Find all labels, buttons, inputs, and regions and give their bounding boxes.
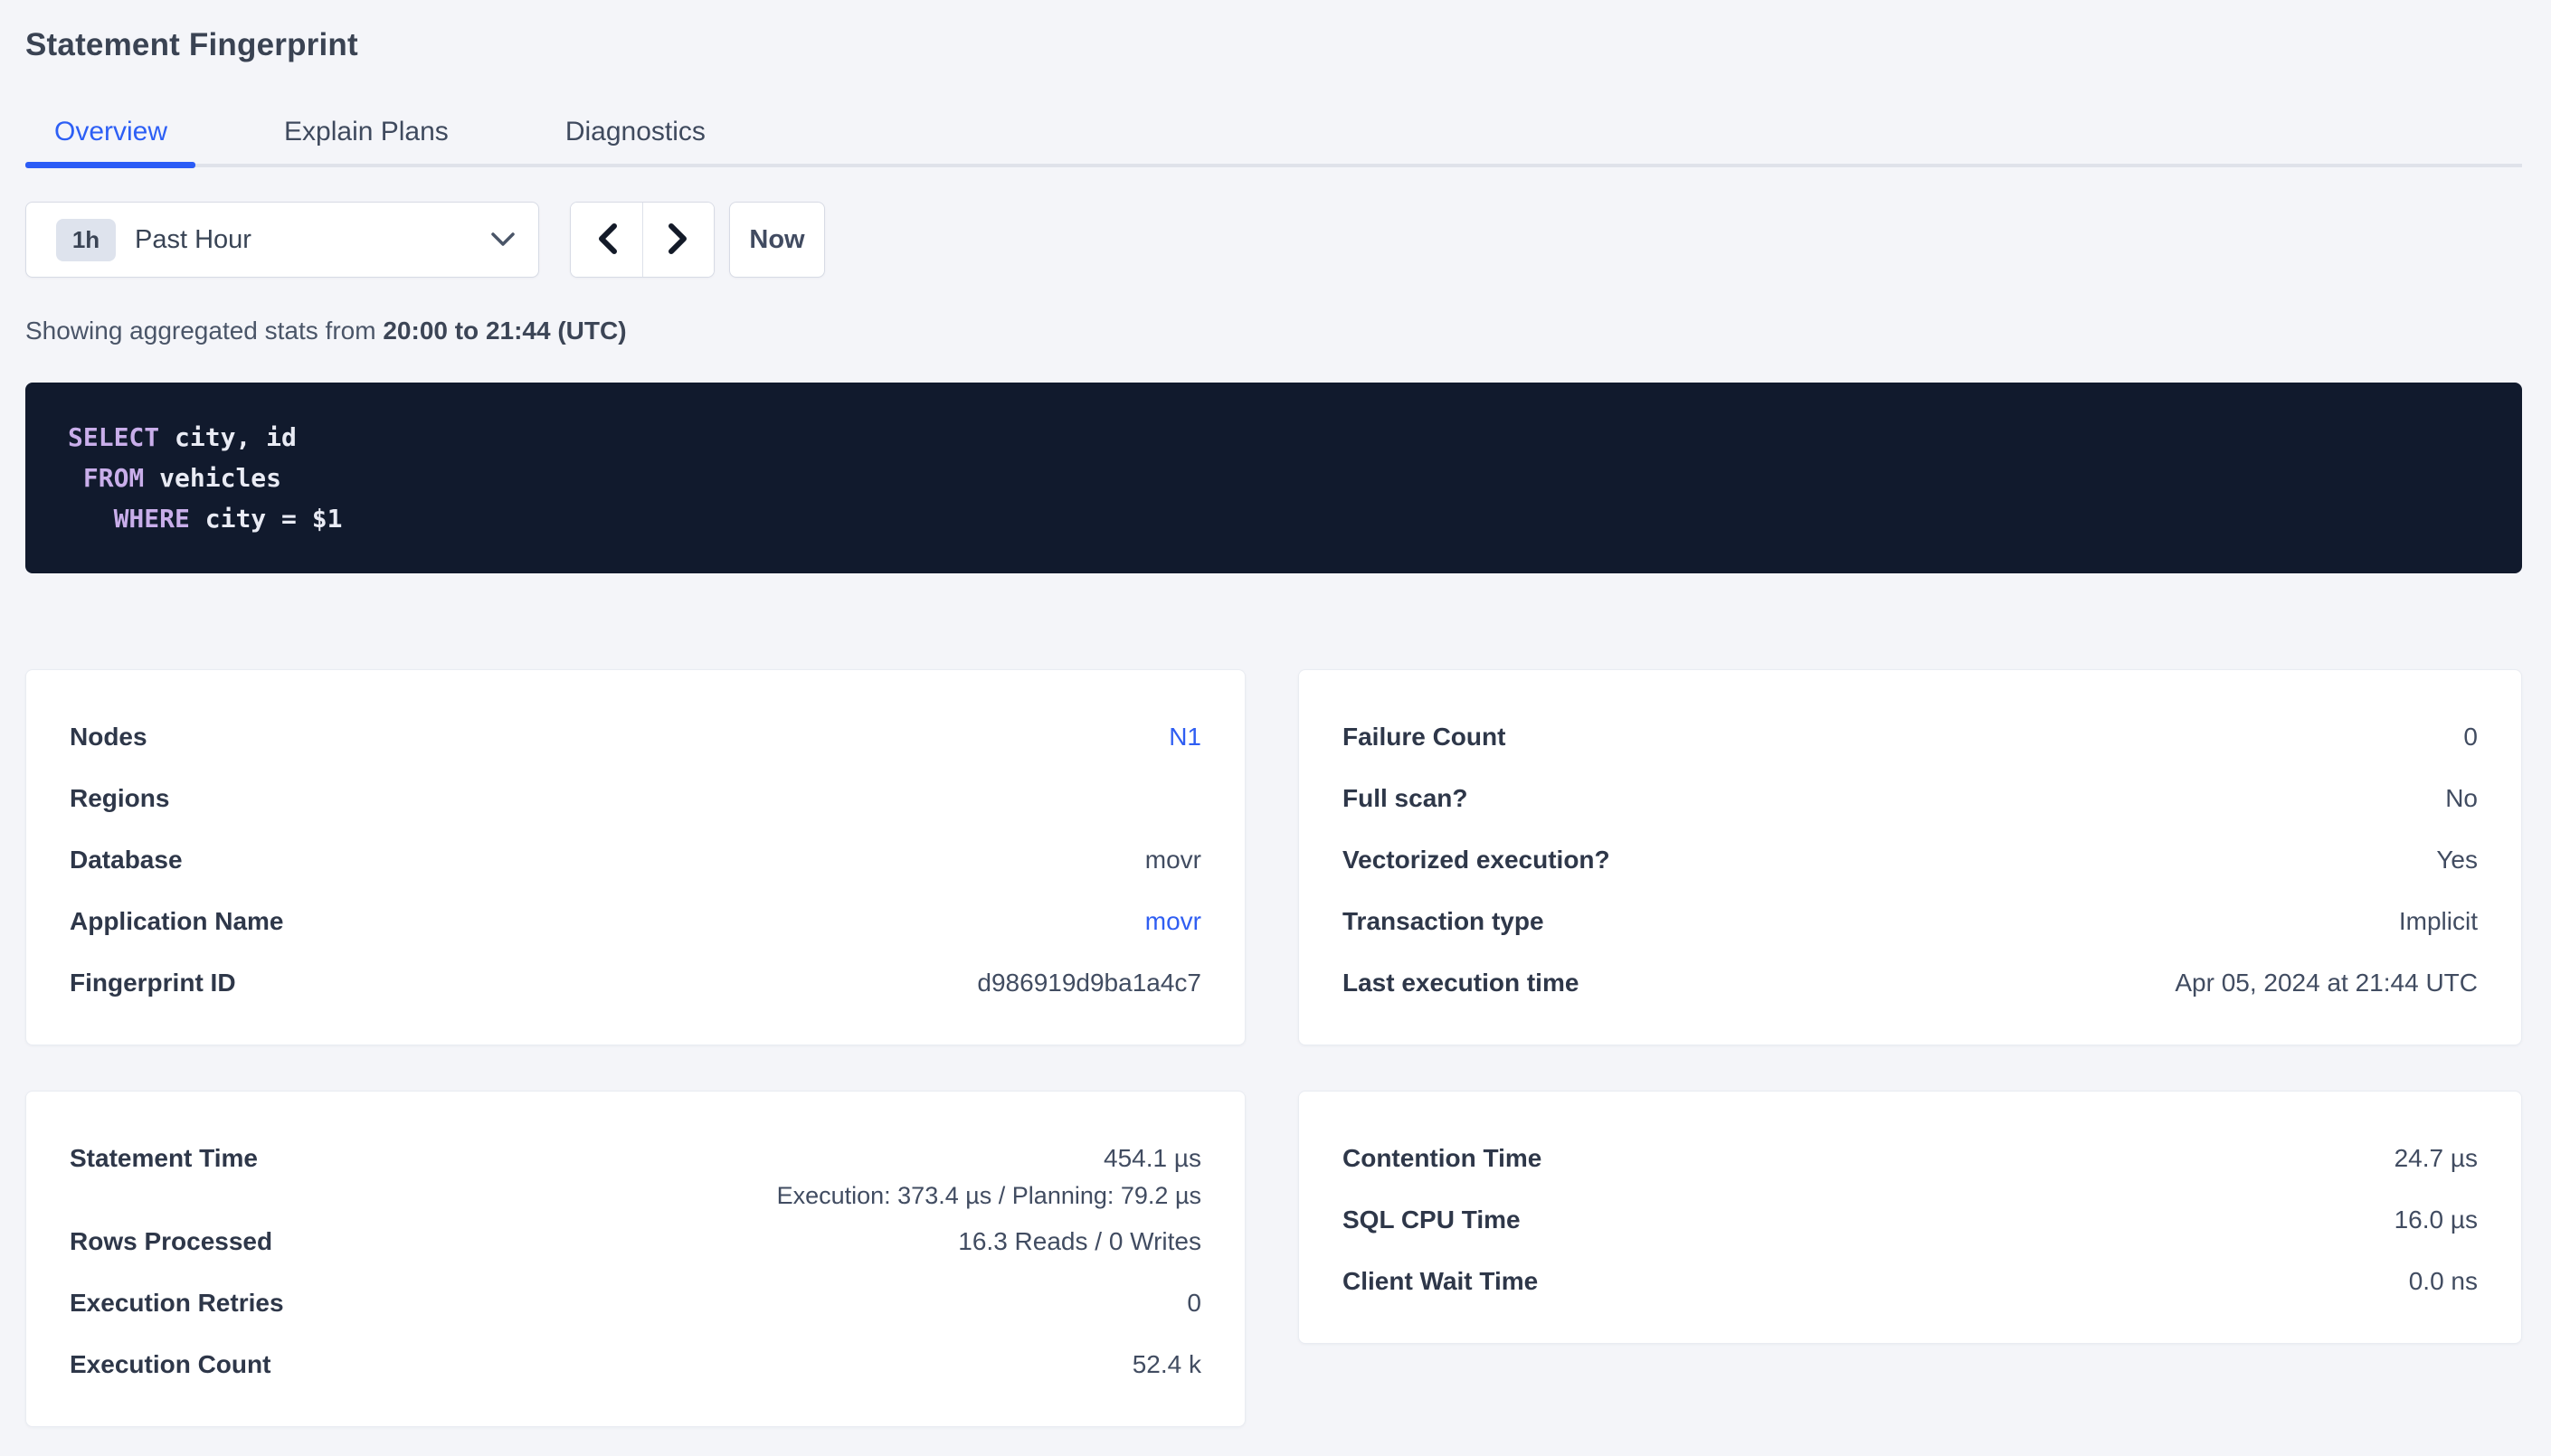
row-fingerprint-id-label: Fingerprint ID [70,969,236,997]
row-client-wait-time-label: Client Wait Time [1342,1267,1538,1296]
time-range-selected-label: Past Hour [135,225,251,255]
statement-timing-card: Statement Time 454.1 µs Execution: 373.4… [25,1091,1246,1427]
row-contention-time: Contention Time 24.7 µs [1342,1128,2478,1189]
row-database-label: Database [70,846,183,875]
statement-time-value: 454.1 µs [1104,1144,1201,1173]
time-range-dropdown[interactable]: 1h Past Hour [25,202,539,278]
next-interval-button[interactable] [642,203,714,277]
tab-diagnostics-label: Diagnostics [565,117,706,147]
database-value: movr [1145,846,1201,875]
row-client-wait-time: Client Wait Time 0.0 ns [1342,1251,2478,1312]
sql-keyword-from: FROM [83,463,144,493]
row-execution-count-label: Execution Count [70,1350,270,1379]
execution-count-value: 52.4 k [1133,1350,1201,1379]
row-failure-count: Failure Count 0 [1342,706,2478,768]
statement-details-card: Nodes N1 Regions Database movr Applicati… [25,669,1246,1045]
time-interval-badge: 1h [56,219,116,261]
failure-count-value: 0 [2463,723,2478,752]
page-title: Statement Fingerprint [25,25,2522,65]
row-nodes: Nodes N1 [70,706,1201,768]
row-full-scan-label: Full scan? [1342,784,1467,813]
sql-line-1: SELECT city, id [68,417,2480,458]
row-nodes-label: Nodes [70,723,147,752]
contention-time-value: 24.7 µs [2395,1144,2478,1173]
chevron-left-icon [596,222,618,258]
row-application-name: Application Name movr [70,891,1201,952]
row-application-name-label: Application Name [70,907,283,936]
row-failure-count-label: Failure Count [1342,723,1505,752]
row-execution-count: Execution Count 52.4 k [70,1334,1201,1395]
row-rows-processed-label: Rows Processed [70,1227,272,1256]
sql-cpu-time-value: 16.0 µs [2395,1205,2478,1234]
aggregated-stats-note: Showing aggregated stats from 20:00 to 2… [25,317,2522,345]
application-name-value-link[interactable]: movr [1145,907,1201,936]
sql-line-2: FROM vehicles [68,458,2480,498]
chevron-right-icon [668,222,689,258]
wait-times-card: Contention Time 24.7 µs SQL CPU Time 16.… [1298,1091,2522,1344]
tab-explain-plans-label: Explain Plans [284,117,449,147]
sql-line-2-indent [68,463,83,493]
previous-interval-button[interactable] [571,203,642,277]
sql-line-3-rest: city = $1 [190,504,343,534]
rows-processed-value: 16.3 Reads / 0 Writes [958,1227,1201,1256]
sql-line-3-indent [68,504,114,534]
row-database: Database movr [70,829,1201,891]
tab-bar: Overview Explain Plans Diagnostics [25,114,2522,167]
time-controls: 1h Past Hour Now [25,202,2522,278]
nodes-value-link[interactable]: N1 [1169,723,1201,752]
row-vectorized-execution: Vectorized execution? Yes [1342,829,2478,891]
statement-time-breakdown: Execution: 373.4 µs / Planning: 79.2 µs [70,1180,1201,1211]
note-prefix: Showing aggregated stats from [25,317,383,345]
execution-retries-value: 0 [1187,1289,1201,1318]
row-transaction-type-label: Transaction type [1342,907,1544,936]
row-sql-cpu-time: SQL CPU Time 16.0 µs [1342,1189,2478,1251]
sql-keyword-select: SELECT [68,422,159,452]
row-rows-processed: Rows Processed 16.3 Reads / 0 Writes [70,1211,1201,1272]
row-regions-label: Regions [70,784,169,813]
sql-line-3: WHERE city = $1 [68,498,2480,539]
row-full-scan: Full scan? No [1342,768,2478,829]
time-shift-button-group [570,202,715,278]
tab-overview[interactable]: Overview [25,114,196,150]
row-last-execution-time: Last execution time Apr 05, 2024 at 21:4… [1342,952,2478,1014]
tab-underline [25,164,2522,167]
sql-line-1-rest: city, id [159,422,297,452]
row-sql-cpu-time-label: SQL CPU Time [1342,1205,1521,1234]
transaction-type-value: Implicit [2399,907,2478,936]
stats-cards-grid: Nodes N1 Regions Database movr Applicati… [25,669,2522,1427]
tab-diagnostics[interactable]: Diagnostics [536,114,735,150]
sql-keyword-where: WHERE [114,504,190,534]
row-regions: Regions [70,768,1201,829]
full-scan-value: No [2445,784,2478,813]
last-execution-time-value: Apr 05, 2024 at 21:44 UTC [2175,969,2478,997]
tab-overview-label: Overview [54,117,167,147]
now-button[interactable]: Now [729,202,825,278]
row-statement-time-label: Statement Time [70,1144,258,1173]
row-transaction-type: Transaction type Implicit [1342,891,2478,952]
fingerprint-id-value: d986919d9ba1a4c7 [977,969,1201,997]
sql-statement-box: SELECT city, id FROM vehicles WHERE city… [25,383,2522,573]
vectorized-execution-value: Yes [2436,846,2478,875]
chevron-down-icon [491,232,515,247]
row-execution-retries-label: Execution Retries [70,1289,284,1318]
client-wait-time-value: 0.0 ns [2409,1267,2478,1296]
statement-fingerprint-page: Statement Fingerprint Overview Explain P… [0,0,2551,1427]
tab-explain-plans[interactable]: Explain Plans [255,114,478,150]
row-vectorized-execution-label: Vectorized execution? [1342,846,1610,875]
row-execution-retries: Execution Retries 0 [70,1272,1201,1334]
sql-line-2-rest: vehicles [144,463,281,493]
row-contention-time-label: Contention Time [1342,1144,1541,1173]
active-tab-indicator [25,162,195,168]
row-last-execution-time-label: Last execution time [1342,969,1579,997]
note-time-range: 20:00 to 21:44 (UTC) [383,317,626,345]
row-fingerprint-id: Fingerprint ID d986919d9ba1a4c7 [70,952,1201,1014]
execution-attributes-card: Failure Count 0 Full scan? No Vectorized… [1298,669,2522,1045]
